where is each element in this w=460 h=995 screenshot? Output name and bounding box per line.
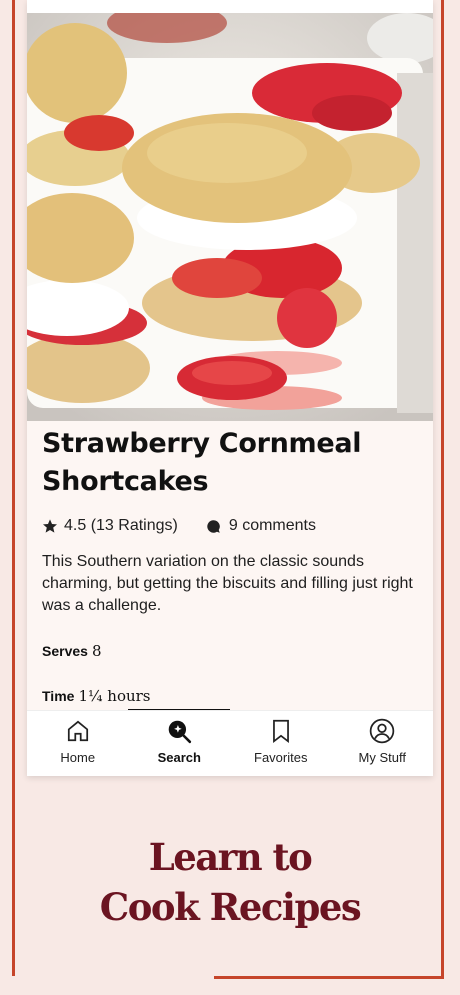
tab-home-label: Home xyxy=(60,750,96,765)
promo-heading-line2: Cook Recipes xyxy=(99,885,362,929)
recipe-title-line2: Shortcakes xyxy=(42,466,209,497)
bookmark-icon xyxy=(272,719,289,744)
time-row: Time 1¼ hours xyxy=(42,687,151,705)
promo-heading-line1: Learn to xyxy=(148,835,313,879)
frame-line-left xyxy=(12,0,15,976)
frame-line-bottom xyxy=(214,976,444,979)
tab-favorites-label: Favorites xyxy=(254,750,308,765)
recipe-meta: 4.5 (13 Ratings) 9 comments xyxy=(42,515,316,537)
rating-text[interactable]: 4.5 (13 Ratings) xyxy=(64,517,178,535)
frame-line-right xyxy=(441,0,444,979)
recipe-title-line1: Strawberry Cornmeal xyxy=(42,428,362,459)
tab-search[interactable]: Search xyxy=(129,711,231,776)
tab-my-stuff-label: My Stuff xyxy=(358,750,406,765)
recipe-description: This Southern variation on the classic s… xyxy=(42,553,413,614)
comment-icon xyxy=(207,519,220,533)
serves-row: Serves 8 xyxy=(42,642,101,660)
time-label: Time xyxy=(42,688,75,704)
tab-favorites[interactable]: Favorites xyxy=(230,711,332,776)
bottom-tab-bar: Home Search Favorites My Stuff xyxy=(27,710,433,776)
user-icon xyxy=(370,718,395,744)
recipe-hero-image xyxy=(27,13,433,421)
status-area xyxy=(27,0,433,13)
serves-label: Serves xyxy=(42,643,88,659)
time-value: 1¼ hours xyxy=(78,687,151,705)
serves-value: 8 xyxy=(91,642,102,660)
comments-link[interactable]: 9 comments xyxy=(229,517,316,535)
tab-home[interactable]: Home xyxy=(27,711,129,776)
star-icon xyxy=(43,519,57,533)
search-icon xyxy=(168,720,192,744)
home-icon xyxy=(67,720,88,742)
phone-screen: Strawberry Cornmeal Shortcakes 4.5 (13 R… xyxy=(27,0,433,776)
recipe-title: Strawberry Cornmeal Shortcakes xyxy=(42,425,422,501)
tab-my-stuff[interactable]: My Stuff xyxy=(332,711,434,776)
tab-search-label: Search xyxy=(157,750,201,765)
